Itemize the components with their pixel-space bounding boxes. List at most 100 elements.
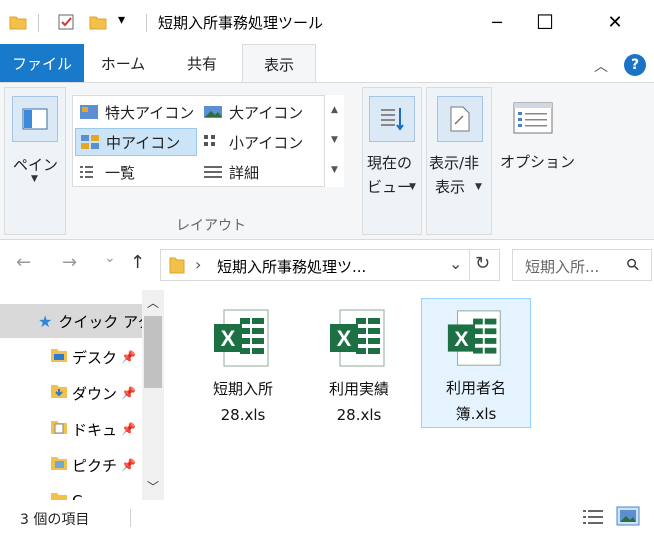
status-bar: 3 個の項目 bbox=[0, 500, 654, 534]
layout-large-icons[interactable]: 大アイコン bbox=[199, 98, 323, 126]
new-folder-icon[interactable] bbox=[88, 12, 108, 32]
up-button[interactable]: ↑ bbox=[130, 252, 145, 273]
pin-icon[interactable]: 📌 bbox=[121, 458, 136, 472]
layout-label: 詳細 bbox=[229, 163, 260, 182]
pin-icon[interactable]: 📌 bbox=[121, 422, 136, 436]
navigation-bar: ← → ⌄ ↑ › 短期入所事務処理ツ... ⌄ ↻ 短期入所... ⚲ bbox=[0, 240, 654, 290]
nav-item-more[interactable]: C bbox=[0, 484, 142, 500]
excel-file-icon: X bbox=[447, 310, 501, 366]
current-view-label-2: ビュー bbox=[367, 178, 413, 196]
tab-file[interactable]: ファイル bbox=[0, 44, 84, 82]
address-bar[interactable]: › 短期入所事務処理ツ... ⌄ ↻ bbox=[160, 249, 500, 281]
nav-item-label: C bbox=[72, 492, 82, 500]
nav-item-label: ピクチ bbox=[72, 456, 118, 475]
list-icon bbox=[79, 164, 99, 180]
minimize-button[interactable]: ─ bbox=[474, 0, 520, 44]
gallery-scroll-down[interactable]: ▼ bbox=[325, 125, 344, 155]
maximize-button[interactable]: ☐ bbox=[522, 0, 568, 44]
medium-icons-icon bbox=[80, 134, 100, 150]
pin-icon[interactable]: 📌 bbox=[121, 350, 136, 364]
options-label: オプション bbox=[500, 153, 576, 171]
file-name: 利用者名 簿.xls bbox=[445, 379, 506, 423]
large-icons-view-icon[interactable] bbox=[616, 506, 640, 530]
gallery-expand[interactable]: ▼ bbox=[325, 155, 344, 185]
layout-extra-large-icons[interactable]: 特大アイコン bbox=[75, 98, 197, 126]
scroll-thumb[interactable] bbox=[144, 316, 162, 388]
show-hide-group[interactable]: 表示/非 表示 ▼ bbox=[426, 87, 492, 235]
ribbon-collapse-button[interactable]: ︿ bbox=[594, 56, 608, 76]
quick-access-dropdown[interactable]: ▾ bbox=[118, 12, 125, 28]
search-icon[interactable]: ⚲ bbox=[622, 254, 644, 276]
title-bar: ▾ 短期入所事務処理ツール ─ ☐ ✕ bbox=[0, 0, 654, 44]
folder-icon bbox=[169, 256, 185, 278]
nav-pane-scrollbar[interactable]: ︿ ﹀ bbox=[142, 290, 164, 500]
layout-label: 特大アイコン bbox=[105, 103, 195, 122]
navigation-pane-button[interactable] bbox=[12, 96, 58, 142]
tab-home[interactable]: ホーム bbox=[90, 44, 156, 82]
svg-text:X: X bbox=[337, 326, 352, 351]
documents-folder-icon bbox=[50, 419, 68, 439]
navigation-pane: ★ クイック アク デスク 📌 ダウン 📌 ドキュ 📌 ピクチ 📌 C ︿ ﹀ bbox=[0, 290, 164, 500]
nav-item-desktop[interactable]: デスク 📌 bbox=[0, 340, 142, 374]
excel-file-icon: X bbox=[330, 309, 385, 367]
chevron-down-icon: ▼ bbox=[409, 182, 416, 192]
nav-item-documents[interactable]: ドキュ 📌 bbox=[0, 412, 142, 446]
properties-icon[interactable] bbox=[56, 12, 76, 32]
layout-small-icons[interactable]: 小アイコン bbox=[199, 128, 323, 156]
tab-view[interactable]: 表示 bbox=[242, 44, 316, 83]
sort-by-icon bbox=[369, 96, 415, 142]
item-count: 3 個の項目 bbox=[20, 512, 90, 528]
desktop-folder-icon bbox=[50, 347, 68, 367]
svg-text:X: X bbox=[454, 327, 469, 351]
back-button[interactable]: ← bbox=[16, 252, 31, 273]
layout-label: 中アイコン bbox=[106, 133, 181, 152]
forward-button[interactable]: → bbox=[62, 252, 77, 273]
refresh-button[interactable]: ↻ bbox=[475, 253, 490, 274]
scroll-down-button[interactable]: ﹀ bbox=[142, 474, 164, 498]
breadcrumb[interactable]: 短期入所事務処理ツ... bbox=[217, 256, 366, 277]
details-icon bbox=[203, 164, 223, 180]
recent-locations-button[interactable]: ⌄ bbox=[104, 250, 116, 266]
options-icon bbox=[510, 95, 556, 141]
downloads-folder-icon bbox=[50, 383, 68, 403]
layout-list[interactable]: 一覧 bbox=[75, 158, 197, 186]
show-hide-label-1: 表示/非 bbox=[429, 154, 480, 172]
breadcrumb-separator[interactable]: › bbox=[195, 255, 201, 274]
current-view-group[interactable]: 現在の ビュー ▼ bbox=[362, 87, 422, 235]
file-item[interactable]: X 短期入所 28.xls bbox=[188, 298, 298, 428]
close-button[interactable]: ✕ bbox=[592, 0, 638, 44]
gallery-scroll: ▲ ▼ ▼ bbox=[324, 95, 344, 187]
options-button[interactable]: オプション bbox=[496, 87, 576, 235]
nav-item-label: ダウン bbox=[72, 384, 118, 403]
help-button[interactable]: ? bbox=[624, 54, 646, 76]
tab-share[interactable]: 共有 bbox=[170, 44, 234, 82]
layout-details[interactable]: 詳細 bbox=[199, 158, 323, 186]
layout-gallery: 特大アイコン 大アイコン 中アイコン 小アイコン 一覧 詳細 bbox=[72, 95, 344, 187]
file-item[interactable]: X 利用実績 28.xls bbox=[304, 298, 414, 428]
ribbon: ペイン ▼ 特大アイコン 大アイコン 中アイコン 小アイコン 一覧 詳細 ▲ ▼… bbox=[0, 82, 654, 240]
layout-group-caption: レイアウト bbox=[176, 218, 246, 234]
excel-file-icon: X bbox=[214, 309, 269, 367]
large-icons-icon bbox=[203, 104, 223, 120]
file-item[interactable]: X 利用者名 簿.xls bbox=[421, 298, 531, 428]
address-dropdown-button[interactable]: ⌄ bbox=[449, 254, 462, 273]
gallery-scroll-up[interactable]: ▲ bbox=[325, 95, 344, 125]
nav-item-quick-access[interactable]: ★ クイック アク bbox=[0, 304, 142, 338]
search-box[interactable]: 短期入所... ⚲ bbox=[512, 249, 652, 281]
layout-medium-icons[interactable]: 中アイコン bbox=[75, 128, 197, 156]
pane-label[interactable]: ペイン bbox=[13, 154, 58, 175]
current-view-label-1: 現在の bbox=[367, 154, 413, 172]
layout-label: 一覧 bbox=[105, 163, 136, 182]
nav-item-label: ドキュ bbox=[72, 420, 118, 439]
show-hide-icon bbox=[437, 96, 483, 142]
nav-item-label: デスク bbox=[72, 348, 118, 367]
svg-text:X: X bbox=[221, 326, 236, 351]
details-view-icon[interactable] bbox=[582, 508, 604, 530]
nav-item-downloads[interactable]: ダウン 📌 bbox=[0, 376, 142, 410]
file-list: X 短期入所 28.xls X 利用実績 28.xls X 利用者名 簿.xls bbox=[164, 290, 654, 500]
search-input[interactable]: 短期入所... bbox=[525, 256, 599, 277]
pin-icon[interactable]: 📌 bbox=[121, 386, 136, 400]
small-icons-icon bbox=[203, 134, 223, 150]
scroll-up-button[interactable]: ︿ bbox=[142, 290, 164, 314]
nav-item-pictures[interactable]: ピクチ 📌 bbox=[0, 448, 142, 482]
